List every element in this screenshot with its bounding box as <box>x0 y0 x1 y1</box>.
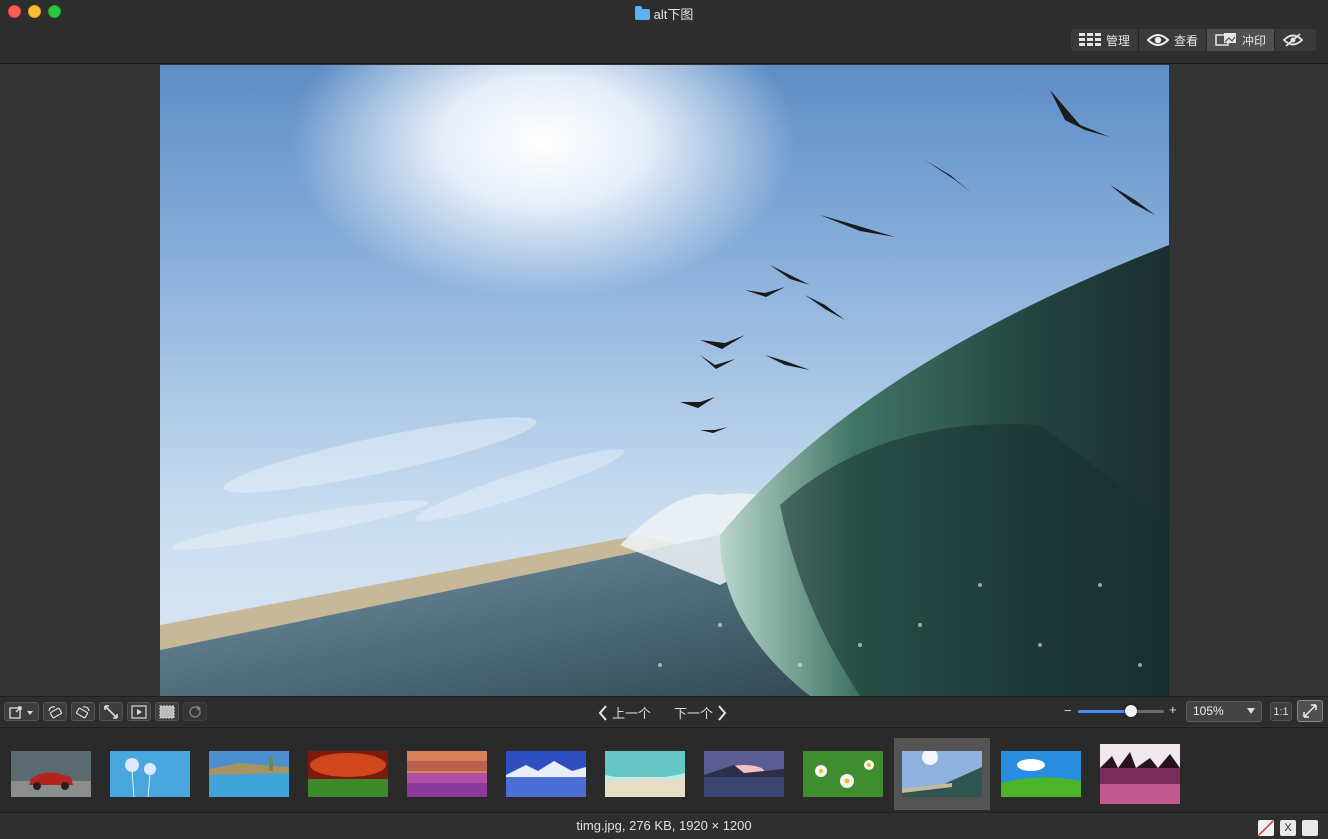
thumbnail-5[interactable] <box>399 738 495 810</box>
rotate-left-icon <box>48 705 63 718</box>
chevron-right-icon <box>718 704 727 721</box>
actual-size-label: 1:1 <box>1273 705 1289 718</box>
rotate-right-icon <box>75 705 90 718</box>
rotate-left-button[interactable] <box>43 702 67 721</box>
white-swatch[interactable] <box>1302 820 1318 836</box>
expand-icon <box>104 704 118 719</box>
marquee-icon <box>159 705 175 718</box>
eye-icon <box>1146 34 1169 46</box>
rotate-right-button[interactable] <box>71 702 95 721</box>
thumbnail-4[interactable] <box>300 738 396 810</box>
zoom-in-button[interactable]: + <box>1169 702 1177 717</box>
fit-to-window-button[interactable] <box>99 702 123 721</box>
manage-mode-label: 管理 <box>1105 33 1130 48</box>
thumbnail-image <box>110 751 190 797</box>
zoom-level-value: 105% <box>1193 704 1224 718</box>
share-icon <box>8 705 33 719</box>
thumbnail-image <box>902 751 982 797</box>
view-mode-label: 查看 <box>1173 33 1198 48</box>
file-info-text: timg.jpg, 276 KB, 1920 × 1200 <box>576 818 752 833</box>
filmstrip <box>0 727 1328 812</box>
thumbnail-image <box>506 751 586 797</box>
bottom-toolbar: 上一个 下一个 − + 105% 1:1 <box>0 696 1328 726</box>
zoom-out-button[interactable]: − <box>1064 703 1072 718</box>
mode-switcher: 管理 查看 冲印 <box>1070 29 1316 51</box>
thumbnail-1[interactable] <box>3 738 99 810</box>
print-mode-button[interactable]: 冲印 <box>1206 29 1275 51</box>
thumbnail-10-selected[interactable] <box>894 738 990 810</box>
thumbnail-8[interactable] <box>696 738 792 810</box>
select-button[interactable] <box>155 702 179 721</box>
title-bar: alt下图 管理 查看 冲印 <box>0 0 1328 64</box>
thumbnail-7[interactable] <box>597 738 693 810</box>
app-window: alt下图 管理 查看 冲印 上一个 下一个 − + 105% 1:1 timg… <box>0 0 1328 839</box>
thumbnail-2[interactable] <box>102 738 198 810</box>
thumbnail-image <box>1100 744 1180 804</box>
zoom-slider-fill <box>1078 710 1132 713</box>
eye-slash-icon <box>1283 33 1303 47</box>
manage-mode-button[interactable]: 管理 <box>1070 29 1139 51</box>
grid-icon <box>1078 33 1101 46</box>
thumbnail-11[interactable] <box>993 738 1089 810</box>
zoom-level-select[interactable]: 105% <box>1186 701 1262 722</box>
image-viewer[interactable] <box>0 65 1328 696</box>
thumbnail-image <box>308 751 388 797</box>
thumbnail-3[interactable] <box>201 738 297 810</box>
zoom-slider-knob[interactable] <box>1125 705 1138 717</box>
preview-toggle-button[interactable] <box>1275 29 1316 51</box>
thumbnail-6[interactable] <box>498 738 594 810</box>
thumbnail-image <box>803 751 883 797</box>
thumbnail-12[interactable] <box>1092 738 1188 810</box>
thumbnail-image <box>407 751 487 797</box>
previous-label: 上一个 <box>612 706 652 721</box>
slash-icon <box>1258 820 1274 836</box>
actual-size-button[interactable]: 1:1 <box>1270 702 1292 721</box>
thumbnail-image <box>1001 751 1081 797</box>
previous-button[interactable]: 上一个 <box>598 703 651 722</box>
fullscreen-icon <box>1303 704 1317 718</box>
status-bar: timg.jpg, 276 KB, 1920 × 1200 X <box>0 812 1328 839</box>
folder-icon <box>634 6 650 20</box>
slideshow-button[interactable] <box>127 702 151 721</box>
fullscreen-button[interactable] <box>1297 700 1323 722</box>
next-button[interactable]: 下一个 <box>674 703 727 722</box>
play-icon <box>131 704 147 719</box>
x-label: X <box>1284 822 1292 834</box>
view-mode-button[interactable]: 查看 <box>1138 29 1207 51</box>
no-color-icon[interactable] <box>1258 820 1274 836</box>
thumbnail-image <box>209 751 289 797</box>
thumbnail-image <box>11 751 91 797</box>
photo-wave-birds <box>160 65 1169 696</box>
thumbnail-image <box>605 751 685 797</box>
zoom-slider[interactable] <box>1078 705 1164 717</box>
thumbnail-9[interactable] <box>795 738 891 810</box>
print-icon <box>1215 33 1236 46</box>
thumbnail-image <box>704 751 784 797</box>
window-title-text: alt下图 <box>653 7 694 22</box>
refresh-icon <box>189 705 202 718</box>
x-button[interactable]: X <box>1280 820 1296 836</box>
print-mode-label: 冲印 <box>1241 33 1266 48</box>
window-title: alt下图 <box>0 4 1328 23</box>
chevron-down-icon <box>1247 708 1255 714</box>
chevron-left-icon <box>598 704 607 721</box>
refresh-button[interactable] <box>183 702 207 721</box>
share-button[interactable] <box>4 702 39 721</box>
main-photo[interactable] <box>160 65 1169 696</box>
next-label: 下一个 <box>674 706 714 721</box>
